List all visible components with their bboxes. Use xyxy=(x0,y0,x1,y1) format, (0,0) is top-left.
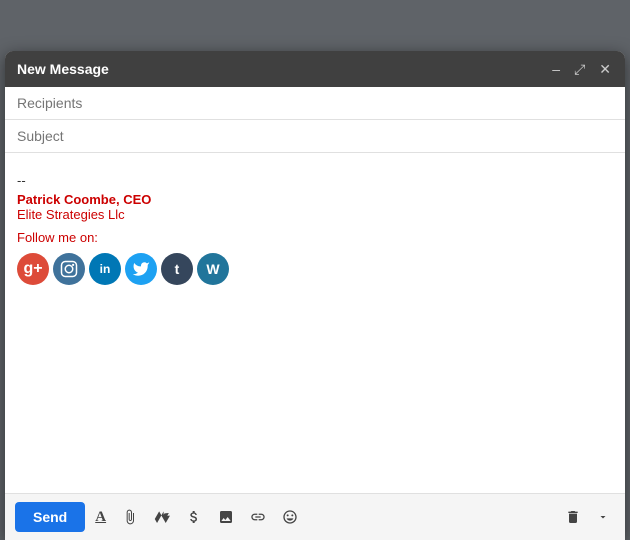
subject-field xyxy=(5,120,625,153)
window-title: New Message xyxy=(17,61,109,77)
recipients-field xyxy=(5,87,625,120)
dollar-button[interactable] xyxy=(180,505,208,529)
minimize-button[interactable]: – xyxy=(550,62,562,76)
instagram-icon[interactable] xyxy=(53,253,85,285)
expand-button[interactable]: ⤢ xyxy=(572,62,587,76)
wordpress-icon[interactable]: W xyxy=(197,253,229,285)
close-button[interactable]: ✕ xyxy=(597,62,613,76)
compose-footer: Send A xyxy=(5,493,625,540)
linkedin-icon[interactable]: in xyxy=(89,253,121,285)
compose-window: New Message – ⤢ ✕ -- Patrick Coombe, CEO… xyxy=(5,51,625,540)
more-options-button[interactable] xyxy=(591,507,615,527)
sig-name: Patrick Coombe, CEO xyxy=(17,192,613,207)
attach-button[interactable] xyxy=(116,505,144,529)
compose-body[interactable]: -- Patrick Coombe, CEO Elite Strategies … xyxy=(5,153,625,493)
sig-follow: Follow me on: xyxy=(17,230,613,245)
window-controls: – ⤢ ✕ xyxy=(550,62,613,76)
twitter-icon[interactable] xyxy=(125,253,157,285)
photo-button[interactable] xyxy=(212,505,240,529)
signature: -- Patrick Coombe, CEO Elite Strategies … xyxy=(17,173,613,285)
compose-header: New Message – ⤢ ✕ xyxy=(5,51,625,87)
toolbar-right xyxy=(559,505,615,529)
google-plus-icon[interactable]: g+ xyxy=(17,253,49,285)
sig-icons: g+ in t W xyxy=(17,253,613,285)
send-button[interactable]: Send xyxy=(15,502,85,532)
tumblr-icon[interactable]: t xyxy=(161,253,193,285)
sig-separator: -- xyxy=(17,173,613,188)
drive-button[interactable] xyxy=(148,505,176,529)
sig-company: Elite Strategies Llc xyxy=(17,207,613,222)
delete-button[interactable] xyxy=(559,505,587,529)
subject-input[interactable] xyxy=(17,128,613,144)
resize-handle[interactable] xyxy=(5,51,9,540)
recipients-input[interactable] xyxy=(17,95,613,111)
emoji-button[interactable] xyxy=(276,505,304,529)
formatting-button[interactable]: A xyxy=(89,505,112,530)
link-button[interactable] xyxy=(244,505,272,529)
